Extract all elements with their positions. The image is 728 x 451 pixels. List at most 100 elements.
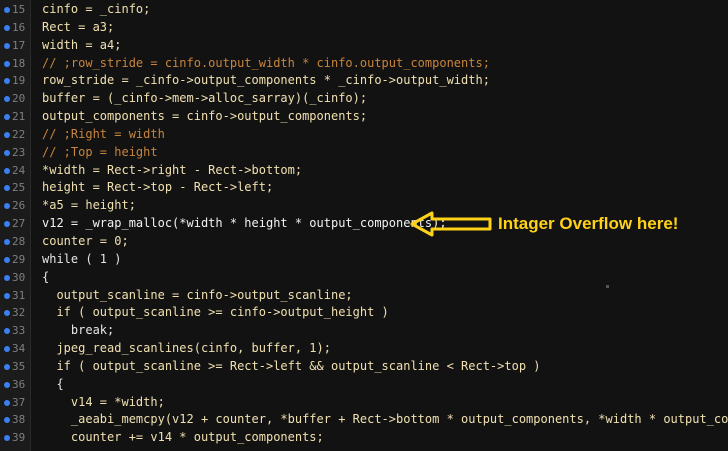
- line-number: 20: [12, 92, 26, 106]
- code-text: counter += v14 * output_components;: [42, 430, 324, 445]
- breakpoint-dot-icon[interactable]: [4, 274, 10, 281]
- code-line: 32 if ( output_scanline >= cinfo->output…: [0, 304, 728, 322]
- code-line: 25 height = Rect->top - Rect->left;: [0, 179, 728, 197]
- line-number: 32: [12, 306, 26, 320]
- code-text: {: [42, 376, 64, 391]
- code-text: // ;Top = height: [42, 144, 158, 159]
- breakpoint-dot-icon[interactable]: [4, 435, 10, 442]
- breakpoint-dot-icon[interactable]: [4, 346, 10, 353]
- breakpoint-dot-icon[interactable]: [4, 42, 10, 49]
- code-line: 34 jpeg_read_scanlines(cinfo, buffer, 1)…: [0, 340, 728, 358]
- breakpoint-dot-icon[interactable]: [4, 203, 10, 210]
- code-text: output_components = cinfo->output_compon…: [42, 109, 368, 124]
- overflow-callout: Intager Overflow here!: [410, 211, 678, 237]
- code-line: 17 width = a4;: [0, 37, 728, 55]
- breakpoint-dot-icon[interactable]: [4, 238, 10, 245]
- code-text: while ( 1 ): [42, 251, 122, 266]
- breakpoint-dot-icon[interactable]: [4, 381, 10, 388]
- line-number: 28: [12, 234, 26, 248]
- code-line: 16 Rect = a3;: [0, 19, 728, 37]
- code-editor: 15 cinfo = _cinfo; 16 Rect = a3; 17 width = a…: [0, 0, 728, 451]
- line-number: 38: [12, 413, 26, 427]
- code-text: Rect = a3;: [42, 19, 115, 34]
- code-text: if ( output_scanline >= cinfo->output_he…: [42, 305, 389, 320]
- breakpoint-dot-icon[interactable]: [4, 256, 10, 263]
- code-text: output_scanline = cinfo->output_scanline…: [42, 287, 353, 302]
- line-number: 19: [12, 74, 26, 88]
- code-text: _aeabi_memcpy(v12 + counter, *buffer + R…: [42, 412, 728, 427]
- breakpoint-dot-icon[interactable]: [4, 363, 10, 370]
- code-text: jpeg_read_scanlines(cinfo, buffer, 1);: [42, 341, 331, 356]
- code-text: buffer = (_cinfo->mem->alloc_sarray)(_ci…: [42, 91, 368, 106]
- code-line: 18 // ;row_stride = cinfo.output_width * …: [0, 55, 728, 73]
- breakpoint-dot-icon[interactable]: [4, 78, 10, 85]
- breakpoint-dot-icon[interactable]: [4, 60, 10, 67]
- line-number: 33: [12, 324, 26, 338]
- code-line: 23 // ;Top = height: [0, 144, 728, 162]
- code-text: height = Rect->top - Rect->left;: [42, 180, 274, 195]
- breakpoint-dot-icon[interactable]: [4, 310, 10, 317]
- breakpoint-dot-icon[interactable]: [4, 114, 10, 121]
- code-text: *width = Rect->right - Rect->bottom;: [42, 162, 303, 177]
- line-number: 26: [12, 199, 26, 213]
- breakpoint-dot-icon[interactable]: [4, 185, 10, 192]
- line-number: 39: [12, 431, 26, 445]
- breakpoint-dot-icon[interactable]: [4, 167, 10, 174]
- breakpoint-dot-icon[interactable]: [4, 131, 10, 138]
- breakpoint-dot-icon[interactable]: [4, 149, 10, 156]
- line-number: 17: [12, 38, 26, 52]
- line-number: 21: [12, 110, 26, 124]
- line-number: 36: [12, 377, 26, 391]
- breakpoint-dot-icon[interactable]: [4, 221, 10, 228]
- code-text: cinfo = _cinfo;: [42, 2, 151, 16]
- line-number: 29: [12, 252, 26, 266]
- code-text: counter = 0;: [42, 233, 129, 248]
- code-text: break;: [42, 323, 115, 338]
- callout-label: Intager Overflow here!: [498, 214, 679, 233]
- code-line: 38 _aeabi_memcpy(v12 + counter, *buffer …: [0, 411, 728, 429]
- breakpoint-dot-icon[interactable]: [4, 7, 10, 13]
- line-number: 30: [12, 270, 26, 284]
- code-line: 36 {: [0, 376, 728, 394]
- code-text: if ( output_scanline >= Rect->left && ou…: [42, 358, 541, 373]
- line-number: 23: [12, 145, 26, 159]
- code-line: 30 {: [0, 269, 728, 287]
- code-line: 35 if ( output_scanline >= Rect->left &&…: [0, 358, 728, 376]
- code-text: width = a4;: [42, 37, 122, 52]
- code-line: 31 output_scanline = cinfo->output_scanl…: [0, 287, 728, 305]
- left-arrow-icon: [410, 211, 492, 237]
- breakpoint-dot-icon[interactable]: [4, 328, 10, 335]
- code-line: 20 buffer = (_cinfo->mem->alloc_sarray)(_…: [0, 90, 728, 108]
- code-line: 37 v14 = *width;: [0, 394, 728, 412]
- code-line: 24 *width = Rect->right - Rect->bottom;: [0, 162, 728, 180]
- code-line: 19 row_stride = _cinfo->output_components…: [0, 72, 728, 90]
- code-text: // ;row_stride = cinfo.output_width * ci…: [42, 55, 490, 70]
- code-line: 29 while ( 1 ): [0, 251, 728, 269]
- code-text: v14 = *width;: [42, 394, 165, 409]
- breakpoint-dot-icon[interactable]: [4, 24, 10, 31]
- line-number: 37: [12, 395, 26, 409]
- code-text: row_stride = _cinfo->output_components *…: [42, 73, 490, 88]
- line-number: 16: [12, 20, 26, 34]
- line-number: 27: [12, 217, 26, 231]
- line-number: 34: [12, 342, 26, 356]
- breakpoint-dot-icon[interactable]: [4, 292, 10, 299]
- line-number: 24: [12, 163, 26, 177]
- line-number: 31: [12, 288, 26, 302]
- code-line: 21 output_components = cinfo->output_comp…: [0, 108, 728, 126]
- breakpoint-dot-icon[interactable]: [4, 96, 10, 103]
- code-line: 39 counter += v14 * output_components;: [0, 429, 728, 447]
- code-line: 33 break;: [0, 322, 728, 340]
- code-line: 15 cinfo = _cinfo;: [0, 1, 728, 19]
- breakpoint-dot-icon[interactable]: [4, 417, 10, 424]
- line-number: 15: [12, 3, 26, 16]
- line-number: 22: [12, 127, 26, 141]
- code-text: // ;Right = width: [42, 126, 165, 141]
- line-number: 18: [12, 56, 26, 70]
- code-text: v12 = _wrap_malloc(*width * height * out…: [42, 216, 447, 231]
- stray-mark: [606, 285, 609, 288]
- breakpoint-dot-icon[interactable]: [4, 399, 10, 406]
- code-text: *a5 = height;: [42, 198, 136, 213]
- line-number: 25: [12, 181, 26, 195]
- code-text: {: [42, 269, 50, 284]
